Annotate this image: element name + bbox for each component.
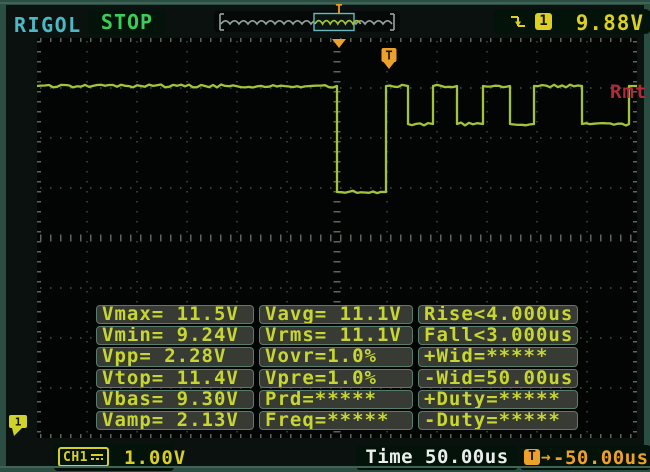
meas-vovr: Vovr=1.0% [259, 347, 413, 366]
timebase-value: Time 50.00us [365, 446, 508, 468]
brand-logo: RIGOL [14, 13, 82, 37]
meas-vavg: Vavg= 11.1V [259, 305, 413, 324]
meas-vamp: Vamp= 2.13V [96, 411, 254, 430]
meas-nwid: -Wid=50.00us [418, 369, 578, 388]
meas-prd: Prd=***** [259, 390, 413, 409]
trigger-level-value: 9.88V [576, 11, 644, 35]
meas-vpre: Vpre=1.0% [259, 369, 413, 388]
meas-vrms: Vrms= 11.1V [259, 326, 413, 345]
run-state-label: STOP [101, 10, 153, 34]
arrow-right-icon: → [541, 447, 551, 466]
trigger-offset-icon: T [524, 449, 540, 465]
meas-rise: Rise<4.000us [418, 305, 578, 324]
graticule: T Rmt Vmax= 11.5V Vavg= 11.1V Rise<4.000… [37, 38, 637, 438]
trigger-flag-label: T [385, 49, 392, 63]
trigger-time-flag: T [382, 48, 397, 69]
meas-vpp: Vpp= 2.28V [96, 347, 254, 366]
display-area: RIGOL STOP T 1 9.88V T [6, 5, 644, 466]
measurements-panel: Vmax= 11.5V Vavg= 11.1V Rise<4.000us Vmi… [96, 305, 578, 430]
oscilloscope-screen: RIGOL STOP T 1 9.88V T [0, 0, 650, 472]
meas-pduty: +Duty=***** [418, 390, 578, 409]
trigger-position-marker [332, 39, 346, 48]
falling-edge-icon [509, 13, 527, 31]
remote-indicator: Rmt [610, 81, 647, 103]
meas-vmax: Vmax= 11.5V [96, 305, 254, 324]
run-state-badge: STOP [88, 10, 166, 35]
meas-vmin: Vmin= 9.24V [96, 326, 254, 345]
meas-fall: Fall<3.000us [418, 326, 578, 345]
trigger-source-badge: 1 [535, 13, 552, 30]
meas-vbas: Vbas= 9.30V [96, 390, 254, 409]
memory-strip-graphic [214, 11, 400, 32]
strip-trigger-marker: T [331, 2, 347, 16]
channel1-ground-flag: 1 [9, 415, 33, 439]
channel1-badge: CH1 [58, 447, 109, 467]
meas-freq: Freq=***** [259, 411, 413, 430]
trigger-info-panel: 1 9.88V [493, 9, 650, 34]
meas-nduty: -Duty=***** [418, 411, 578, 430]
meas-vtop: Vtop= 11.4V [96, 369, 254, 388]
meas-pwid: +Wid=***** [418, 347, 578, 366]
dc-coupling-icon [90, 451, 104, 463]
bottom-divider [0, 466, 650, 468]
memory-waveform-strip [214, 11, 400, 32]
channel1-ground-label: 1 [15, 416, 22, 429]
channel1-label: CH1 [63, 450, 88, 465]
